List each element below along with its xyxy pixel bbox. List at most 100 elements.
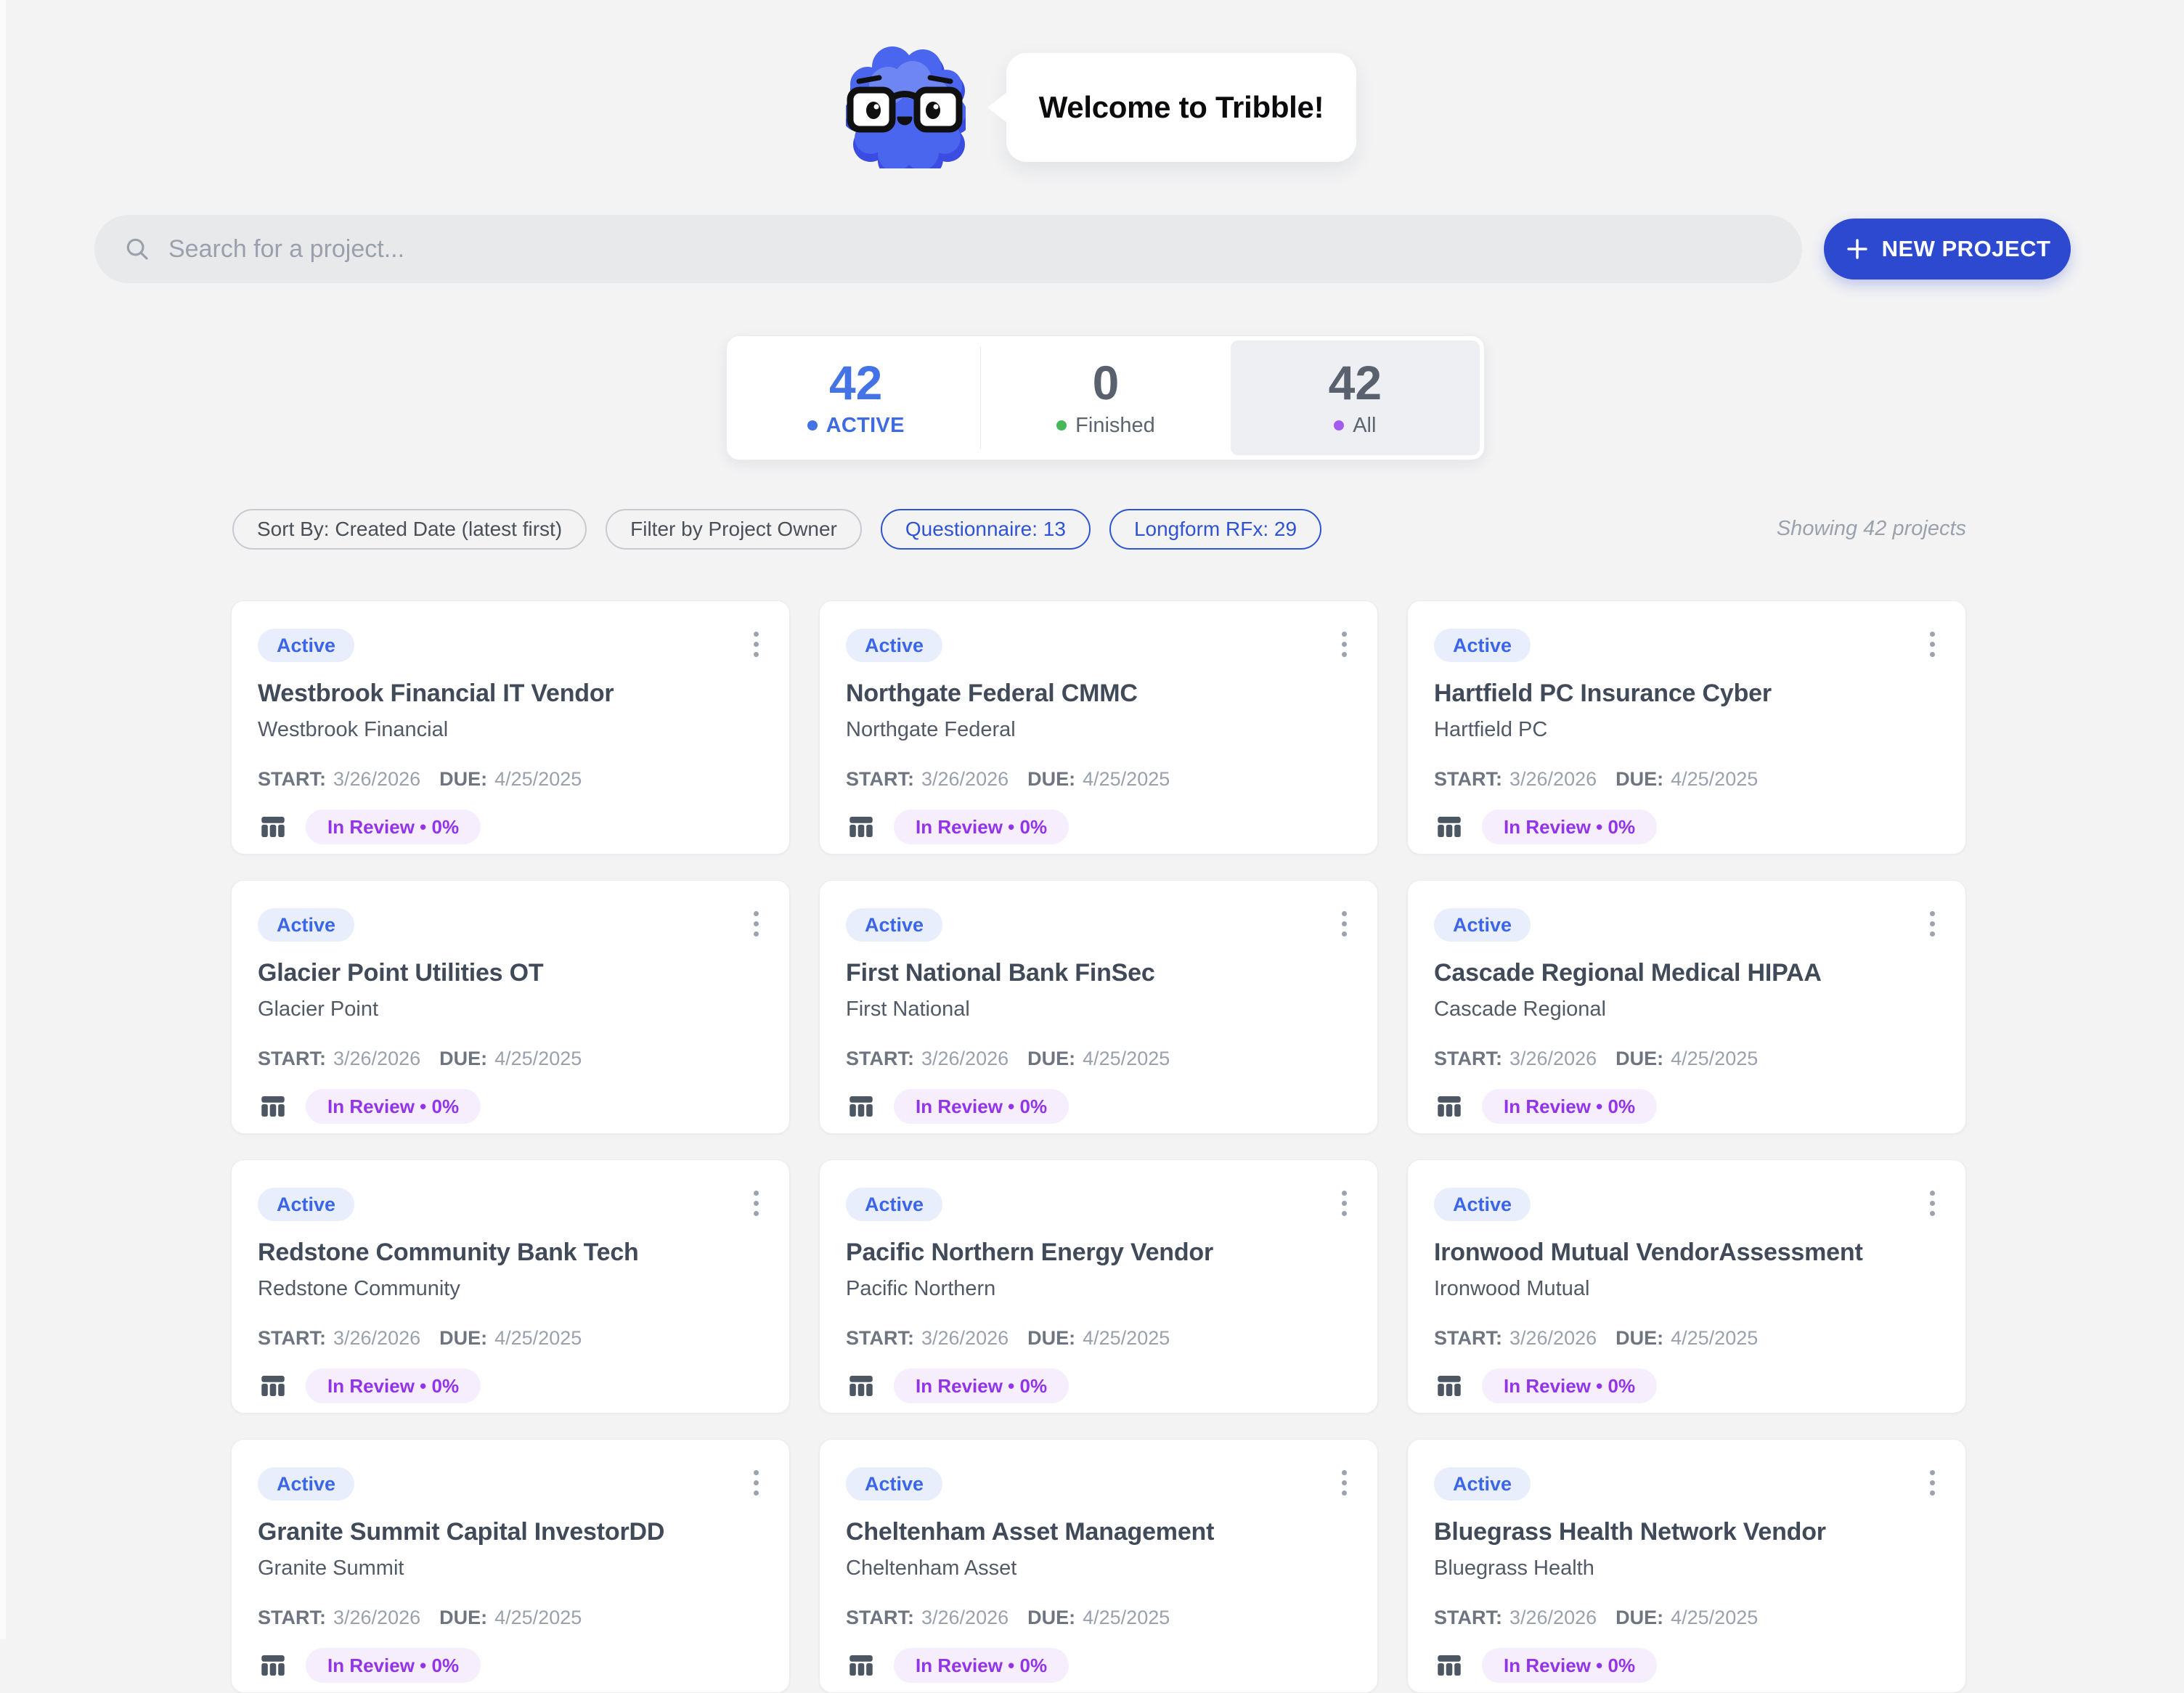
welcome-bubble: Welcome to Tribble!: [1006, 53, 1356, 162]
stat-finished-tab[interactable]: 0 Finished: [981, 340, 1230, 455]
start-label: START:: [1434, 1327, 1502, 1350]
active-count: 42: [829, 359, 882, 407]
bubble-tail: [987, 91, 1008, 123]
finished-label: Finished: [1075, 414, 1155, 438]
kebab-menu-icon[interactable]: [749, 1467, 763, 1498]
due-date: 4/25/2025: [494, 1607, 582, 1629]
project-card[interactable]: Active Northgate Federal CMMC Northgate …: [819, 600, 1378, 854]
project-card[interactable]: Active Hartfield PC Insurance Cyber Hart…: [1407, 600, 1966, 854]
kebab-menu-icon[interactable]: [1337, 1467, 1351, 1498]
project-dates: START: 3/26/2026 DUE: 4/25/2025: [258, 1048, 763, 1070]
table-icon: [258, 1650, 288, 1681]
card-top-row: Active: [258, 908, 763, 942]
search-input[interactable]: [168, 235, 1773, 264]
due-label: DUE:: [1615, 1607, 1663, 1629]
table-icon: [846, 812, 876, 842]
project-card[interactable]: Active Ironwood Mutual VendorAssessment …: [1407, 1159, 1966, 1413]
project-card[interactable]: Active Bluegrass Health Network Vendor B…: [1407, 1439, 1966, 1693]
start-date: 3/26/2026: [1509, 1607, 1597, 1629]
card-top-row: Active: [1434, 908, 1939, 942]
stat-active-tab[interactable]: 42 ACTIVE: [731, 340, 980, 455]
project-card[interactable]: Active Cheltenham Asset Management Chelt…: [819, 1439, 1378, 1693]
start-date: 3/26/2026: [1509, 1327, 1597, 1350]
project-dates: START: 3/26/2026 DUE: 4/25/2025: [846, 1607, 1351, 1629]
kebab-menu-icon[interactable]: [1337, 908, 1351, 939]
table-icon: [258, 812, 288, 842]
kebab-menu-icon[interactable]: [1926, 908, 1939, 939]
kebab-menu-icon[interactable]: [1337, 629, 1351, 660]
kebab-menu-icon[interactable]: [1926, 1188, 1939, 1219]
tribble-mascot-logo: [846, 46, 966, 168]
due-label: DUE:: [1615, 1048, 1663, 1070]
longform-rfx-chip[interactable]: Longform RFx: 29: [1109, 509, 1321, 550]
stat-all-tab[interactable]: 42 All: [1231, 340, 1480, 455]
card-top-row: Active: [1434, 629, 1939, 662]
kebab-menu-icon[interactable]: [1926, 1467, 1939, 1498]
questionnaire-chip[interactable]: Questionnaire: 13: [881, 509, 1091, 550]
project-search[interactable]: [94, 215, 1802, 283]
project-card[interactable]: Active First National Bank FinSec First …: [819, 880, 1378, 1134]
start-label: START:: [1434, 1048, 1502, 1070]
start-date: 3/26/2026: [921, 1327, 1009, 1350]
status-badge: Active: [258, 1188, 354, 1221]
start-date: 3/26/2026: [333, 768, 420, 791]
due-label: DUE:: [439, 1327, 487, 1350]
start-date: 3/26/2026: [921, 1048, 1009, 1070]
page-left-edge: [0, 0, 6, 1639]
card-footer: In Review • 0%: [1434, 1648, 1939, 1683]
card-footer: In Review • 0%: [258, 1648, 763, 1683]
project-title: Cascade Regional Medical HIPAA: [1434, 959, 1939, 987]
new-project-label: NEW PROJECT: [1882, 236, 2051, 262]
table-icon: [846, 1371, 876, 1401]
table-icon: [846, 1650, 876, 1681]
due-date: 4/25/2025: [494, 768, 582, 791]
project-card[interactable]: Active Pacific Northern Energy Vendor Pa…: [819, 1159, 1378, 1413]
project-card[interactable]: Active Glacier Point Utilities OT Glacie…: [231, 880, 790, 1134]
all-label-row: All: [1334, 414, 1376, 438]
project-company: Cheltenham Asset: [846, 1557, 1351, 1580]
start-label: START:: [846, 1607, 914, 1629]
project-title: Bluegrass Health Network Vendor: [1434, 1518, 1939, 1546]
kebab-menu-icon[interactable]: [749, 629, 763, 660]
project-dates: START: 3/26/2026 DUE: 4/25/2025: [258, 768, 763, 791]
due-label: DUE:: [1027, 1327, 1075, 1350]
all-count: 42: [1329, 359, 1382, 407]
due-date: 4/25/2025: [1083, 1607, 1170, 1629]
project-card[interactable]: Active Granite Summit Capital InvestorDD…: [231, 1439, 790, 1693]
due-date: 4/25/2025: [1083, 1048, 1170, 1070]
active-label-row: ACTIVE: [807, 414, 905, 438]
project-card[interactable]: Active Cascade Regional Medical HIPAA Ca…: [1407, 880, 1966, 1134]
project-title: Ironwood Mutual VendorAssessment: [1434, 1239, 1939, 1267]
due-date: 4/25/2025: [1083, 768, 1170, 791]
due-date: 4/25/2025: [494, 1327, 582, 1350]
new-project-button[interactable]: NEW PROJECT: [1824, 219, 2071, 280]
review-status-badge: In Review • 0%: [1482, 1648, 1657, 1683]
due-date: 4/25/2025: [1671, 1327, 1758, 1350]
table-icon: [1434, 1091, 1464, 1122]
project-company: Northgate Federal: [846, 718, 1351, 742]
kebab-menu-icon[interactable]: [749, 908, 763, 939]
kebab-menu-icon[interactable]: [1337, 1188, 1351, 1219]
review-status-badge: In Review • 0%: [306, 1368, 481, 1403]
project-dates: START: 3/26/2026 DUE: 4/25/2025: [846, 1327, 1351, 1350]
kebab-menu-icon[interactable]: [749, 1188, 763, 1219]
project-company: Redstone Community: [258, 1277, 763, 1301]
project-card[interactable]: Active Westbrook Financial IT Vendor Wes…: [231, 600, 790, 854]
due-date: 4/25/2025: [1671, 768, 1758, 791]
project-card[interactable]: Active Redstone Community Bank Tech Reds…: [231, 1159, 790, 1413]
status-badge: Active: [1434, 908, 1531, 942]
table-icon: [1434, 1650, 1464, 1681]
project-company: Westbrook Financial: [258, 718, 763, 742]
review-status-badge: In Review • 0%: [1482, 1368, 1657, 1403]
sort-by-chip[interactable]: Sort By: Created Date (latest first): [232, 509, 587, 550]
kebab-menu-icon[interactable]: [1926, 629, 1939, 660]
table-icon: [846, 1091, 876, 1122]
card-footer: In Review • 0%: [846, 809, 1351, 844]
project-title: Cheltenham Asset Management: [846, 1518, 1351, 1546]
all-dot-icon: [1334, 420, 1344, 431]
project-company: First National: [846, 998, 1351, 1021]
due-label: DUE:: [439, 1048, 487, 1070]
review-status-badge: In Review • 0%: [306, 1648, 481, 1683]
filter-owner-chip[interactable]: Filter by Project Owner: [606, 509, 862, 550]
due-date: 4/25/2025: [1671, 1607, 1758, 1629]
